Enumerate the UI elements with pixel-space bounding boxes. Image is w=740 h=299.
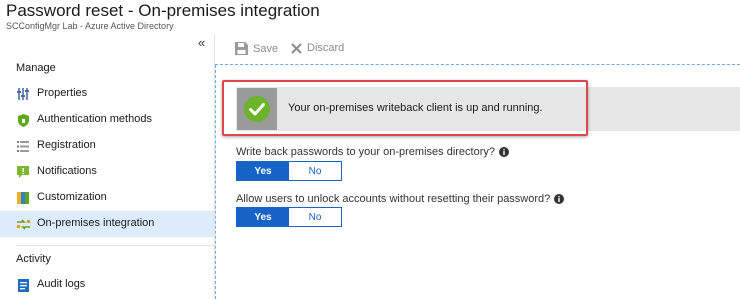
writeback-question-text: Write back passwords to your on-premises… <box>236 146 496 158</box>
writeback-question: Write back passwords to your on-premises… <box>236 146 510 158</box>
unlock-yes-option[interactable]: Yes <box>237 208 289 226</box>
command-bar: Save Discard <box>215 34 740 65</box>
section-title-manage: Manage <box>16 62 56 74</box>
status-icon-container <box>237 88 277 130</box>
sidebar-item-audit-logs[interactable]: Audit logs <box>0 272 214 298</box>
unlock-no-option[interactable]: No <box>289 208 341 226</box>
blade-header: Password reset - On-premises integration… <box>0 0 740 34</box>
main-content: Your on-premises writeback client is up … <box>215 65 740 299</box>
divider <box>16 245 214 246</box>
save-button[interactable]: Save <box>235 42 278 55</box>
properties-icon <box>16 87 30 101</box>
list-icon <box>16 139 30 153</box>
customization-icon <box>16 191 30 205</box>
discard-button[interactable]: Discard <box>291 42 344 54</box>
status-banner: Your on-premises writeback client is up … <box>236 87 740 131</box>
shield-icon <box>16 113 30 127</box>
checkmark-icon <box>244 96 270 122</box>
sidebar-item-label: On-premises integration <box>37 217 155 229</box>
status-message: Your on-premises writeback client is up … <box>288 102 543 114</box>
sidebar-item-registration[interactable]: Registration <box>0 133 214 159</box>
sidebar-item-label: Customization <box>37 191 107 203</box>
sidebar-item-label: Notifications <box>37 165 97 177</box>
sidebar-item-label: Audit logs <box>37 278 86 290</box>
page-subtitle: SCConfigMgr Lab - Azure Active Directory <box>6 21 174 31</box>
writeback-yes-option[interactable]: Yes <box>237 162 289 180</box>
sidebar-item-label: Properties <box>37 87 88 99</box>
sidebar: « Manage Properties Authentication metho… <box>0 34 215 299</box>
collapse-sidebar-icon[interactable]: « <box>198 35 205 50</box>
unlock-question: Allow users to unlock accounts without r… <box>236 193 565 205</box>
writeback-toggle: Yes No <box>236 161 342 181</box>
close-icon <box>291 42 302 54</box>
save-icon <box>235 42 248 55</box>
sidebar-item-label: Authentication methods <box>37 113 152 125</box>
discard-label: Discard <box>307 42 345 54</box>
info-icon[interactable] <box>554 194 565 204</box>
page-title: Password reset - On-premises integration <box>6 1 320 20</box>
save-label: Save <box>253 42 279 55</box>
sidebar-item-label: Registration <box>37 139 96 151</box>
unlock-question-text: Allow users to unlock accounts without r… <box>236 193 551 205</box>
sidebar-item-notifications[interactable]: Notifications <box>0 159 214 185</box>
notification-icon <box>16 165 30 179</box>
section-title-activity: Activity <box>16 253 51 265</box>
sync-icon <box>16 217 30 231</box>
writeback-no-option[interactable]: No <box>289 162 341 180</box>
unlock-toggle: Yes No <box>236 207 342 227</box>
audit-logs-icon <box>16 278 30 292</box>
info-icon[interactable] <box>499 147 510 157</box>
sidebar-item-properties[interactable]: Properties <box>0 81 214 107</box>
sidebar-item-customization[interactable]: Customization <box>0 185 214 211</box>
sidebar-item-on-premises-integration[interactable]: On-premises integration <box>0 211 214 237</box>
sidebar-item-authentication-methods[interactable]: Authentication methods <box>0 107 214 133</box>
